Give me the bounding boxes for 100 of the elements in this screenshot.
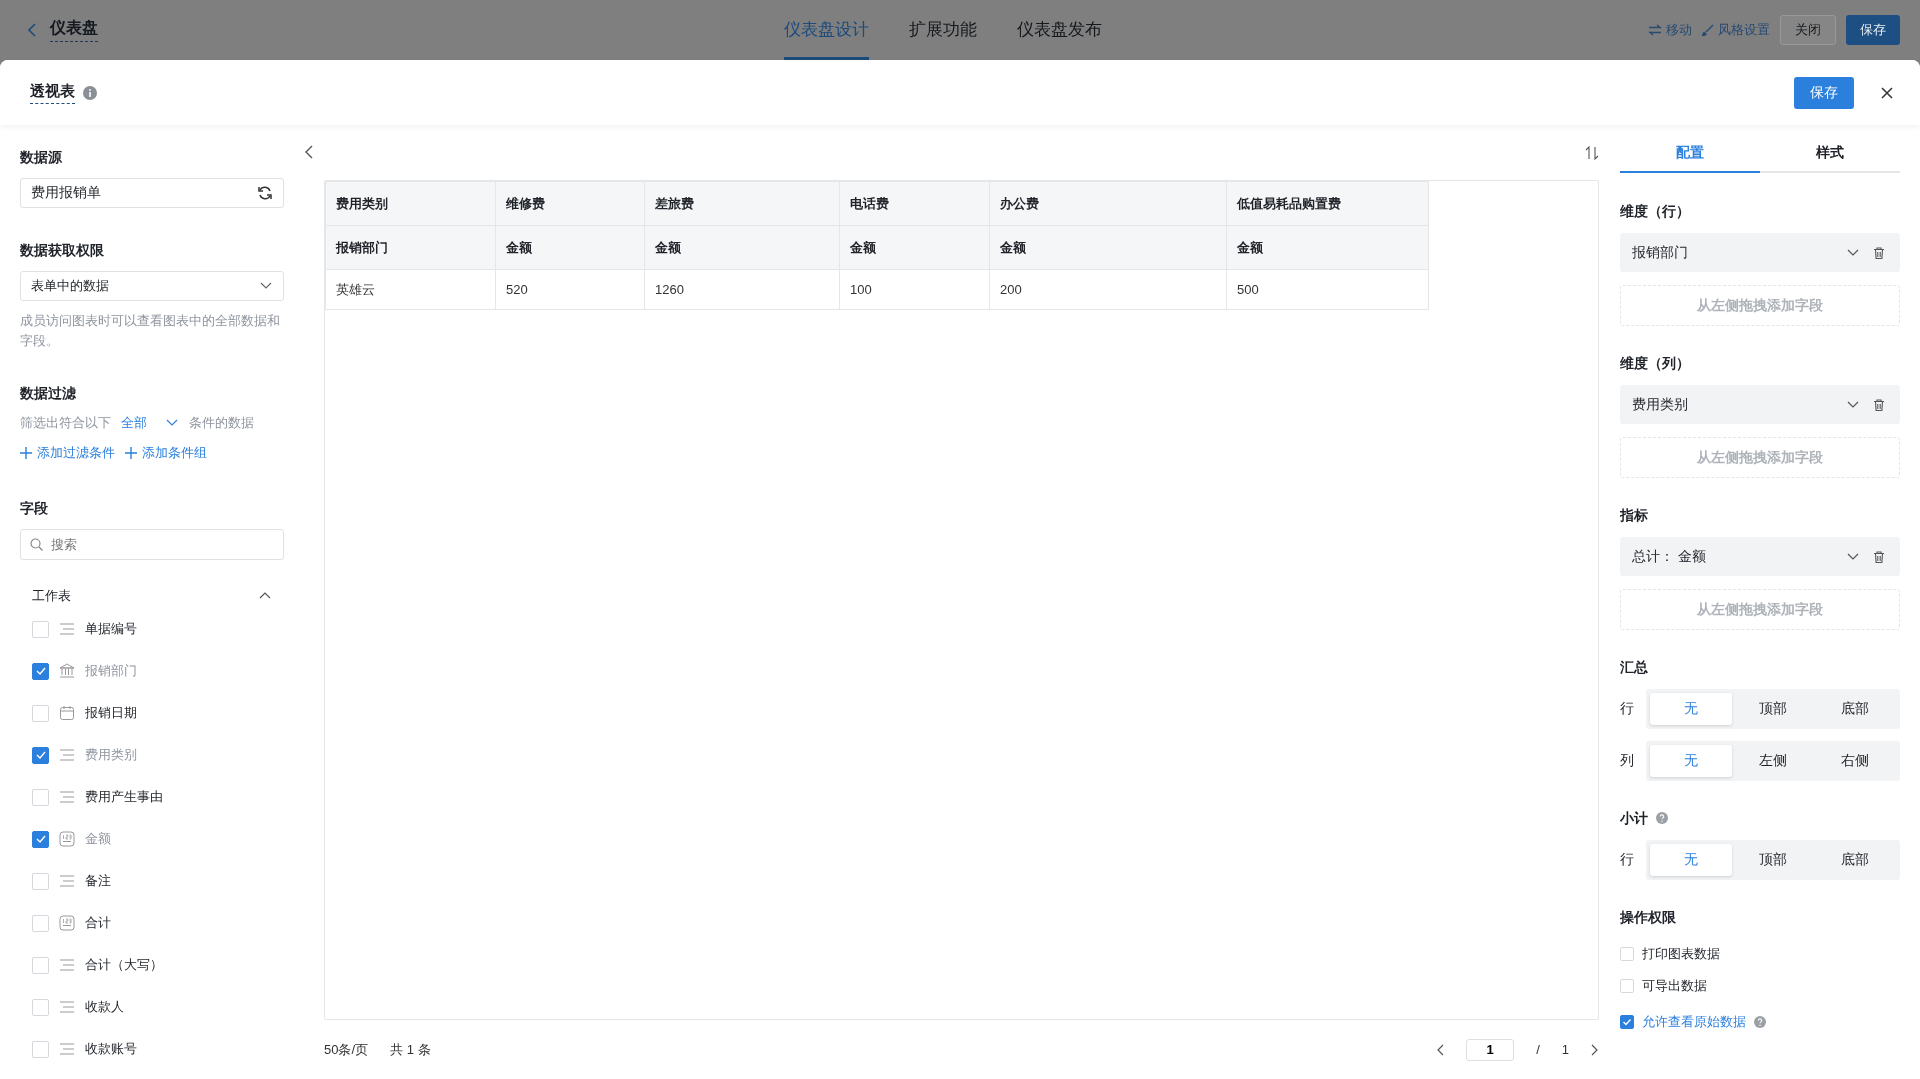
page-separator: / xyxy=(1536,1042,1540,1057)
filter-text: 筛选出符合以下 xyxy=(20,414,111,432)
filter-text: 条件的数据 xyxy=(189,414,254,432)
checkbox-label[interactable]: 允许查看原始数据 xyxy=(1642,1013,1746,1031)
group-header[interactable]: 工作表 xyxy=(20,584,284,608)
field-name[interactable]: 收款账号 xyxy=(85,1040,137,1058)
segment-option[interactable]: 无 xyxy=(1650,745,1732,777)
checkbox[interactable] xyxy=(32,662,49,680)
panel-tab[interactable]: 样式 xyxy=(1760,135,1900,173)
help-icon[interactable] xyxy=(1656,812,1668,824)
section-title: 维度（列） xyxy=(1620,354,1691,373)
section-title: 字段 xyxy=(20,499,49,518)
header-cell: 金额 xyxy=(989,225,1227,270)
data-source-field[interactable]: 费用报销单 xyxy=(20,178,284,208)
sort-icon[interactable] xyxy=(1585,145,1599,160)
back-icon[interactable] xyxy=(26,22,38,38)
refresh-icon[interactable] xyxy=(257,185,273,201)
field-select[interactable]: 报销部门 xyxy=(1620,233,1900,272)
calendar-icon xyxy=(59,705,75,721)
info-icon[interactable] xyxy=(83,85,97,100)
field-select[interactable]: 费用类别 xyxy=(1620,385,1900,424)
text-lines-icon xyxy=(59,747,75,763)
checkbox[interactable] xyxy=(32,746,49,764)
checkbox[interactable] xyxy=(1620,1015,1634,1029)
row-label: 行 xyxy=(1620,851,1634,869)
text-lines-icon xyxy=(59,999,75,1015)
segment-option[interactable]: 无 xyxy=(1650,693,1732,725)
section-title: 操作权限 xyxy=(1620,908,1677,927)
next-page-icon[interactable] xyxy=(1591,1043,1599,1056)
field-select[interactable]: 总计： 金额 xyxy=(1620,537,1900,576)
page-size[interactable]: 50条/页 xyxy=(324,1040,369,1059)
segment-option[interactable]: 左侧 xyxy=(1732,745,1814,777)
number-box-icon xyxy=(59,915,75,931)
field-name[interactable]: 报销日期 xyxy=(85,704,137,722)
header-cell: 办公费 xyxy=(989,181,1227,226)
close-icon[interactable] xyxy=(1880,85,1894,100)
checkbox-label[interactable]: 可导出数据 xyxy=(1642,977,1707,995)
segment-option[interactable]: 底部 xyxy=(1814,693,1896,725)
section-title: 小计 xyxy=(1620,809,1648,828)
checkbox-label[interactable]: 打印图表数据 xyxy=(1642,945,1720,963)
field-name[interactable]: 费用产生事由 xyxy=(85,788,163,806)
nav-tab[interactable]: 仪表盘发布 xyxy=(1017,2,1102,60)
header-cell: 费用类别 xyxy=(325,181,496,226)
dashboard-title: 仪表盘 xyxy=(50,18,98,42)
header-cell: 金额 xyxy=(644,225,840,270)
panel-tab[interactable]: 配置 xyxy=(1620,135,1760,173)
drop-zone: 从左侧拖拽添加字段 xyxy=(1620,285,1900,326)
section-title: 汇总 xyxy=(1620,658,1648,677)
search-field[interactable]: 搜索 xyxy=(20,529,284,560)
save-button[interactable]: 保存 xyxy=(1846,15,1900,45)
section-title: 数据过滤 xyxy=(20,384,77,403)
header-cell: 报销部门 xyxy=(325,225,496,270)
trash-icon[interactable] xyxy=(1872,245,1886,260)
permission-select[interactable]: 表单中的数据 xyxy=(20,271,284,301)
text-lines-icon xyxy=(59,873,75,889)
row-label: 列 xyxy=(1620,752,1634,770)
row-label: 行 xyxy=(1620,700,1634,718)
drop-zone: 从左侧拖拽添加字段 xyxy=(1620,589,1900,630)
drop-zone: 从左侧拖拽添加字段 xyxy=(1620,437,1900,478)
check-icon xyxy=(1621,1016,1633,1028)
text-lines-icon xyxy=(59,1041,75,1057)
match-select[interactable]: 全部 xyxy=(121,414,147,432)
field-name[interactable]: 收款人 xyxy=(85,998,124,1016)
close-button[interactable]: 关闭 xyxy=(1780,15,1836,45)
table-cell: 520 xyxy=(495,269,645,310)
number-box-icon xyxy=(59,831,75,847)
segment-option[interactable]: 顶部 xyxy=(1732,693,1814,725)
field-name[interactable]: 合计（大写） xyxy=(85,956,163,974)
trash-icon[interactable] xyxy=(1872,549,1886,564)
header-cell: 维修费 xyxy=(495,181,645,226)
page-input[interactable]: 1 xyxy=(1466,1038,1515,1061)
checkbox[interactable] xyxy=(32,830,49,848)
table-cell: 100 xyxy=(839,269,990,310)
field-name[interactable]: 单据编号 xyxy=(85,620,137,638)
trash-icon[interactable] xyxy=(1872,397,1886,412)
hint-text: 成员访问图表时可以查看图表中的全部数据和字段。 xyxy=(20,312,281,350)
segment-option[interactable]: 无 xyxy=(1650,844,1732,876)
previous-page-icon[interactable] xyxy=(1436,1043,1445,1056)
collapse-icon[interactable] xyxy=(304,145,314,159)
nav-tab[interactable]: 扩展功能 xyxy=(909,2,977,60)
header-cell: 金额 xyxy=(495,225,645,270)
field-name[interactable]: 合计 xyxy=(85,914,111,932)
section-title: 指标 xyxy=(1620,506,1649,525)
add-button[interactable]: 添加过滤条件 xyxy=(20,444,115,462)
add-button[interactable]: 添加条件组 xyxy=(125,444,207,462)
text-lines-icon xyxy=(59,957,75,973)
header-cell: 金额 xyxy=(1226,225,1429,270)
table-cell: 英雄云 xyxy=(325,269,496,310)
section-title: 维度（行） xyxy=(1620,202,1691,221)
segment-option[interactable]: 右侧 xyxy=(1814,745,1896,777)
text-lines-icon xyxy=(59,621,75,637)
segment-option[interactable]: 顶部 xyxy=(1732,844,1814,876)
table-cell: 200 xyxy=(989,269,1227,310)
brush-icon xyxy=(1702,24,1714,36)
text-lines-icon xyxy=(59,789,75,805)
help-icon[interactable] xyxy=(1754,1016,1766,1028)
field-name[interactable]: 备注 xyxy=(85,872,111,890)
segment-option[interactable]: 底部 xyxy=(1814,844,1896,876)
modal-title: 透视表 xyxy=(30,81,75,104)
save-button[interactable]: 保存 xyxy=(1794,76,1854,109)
